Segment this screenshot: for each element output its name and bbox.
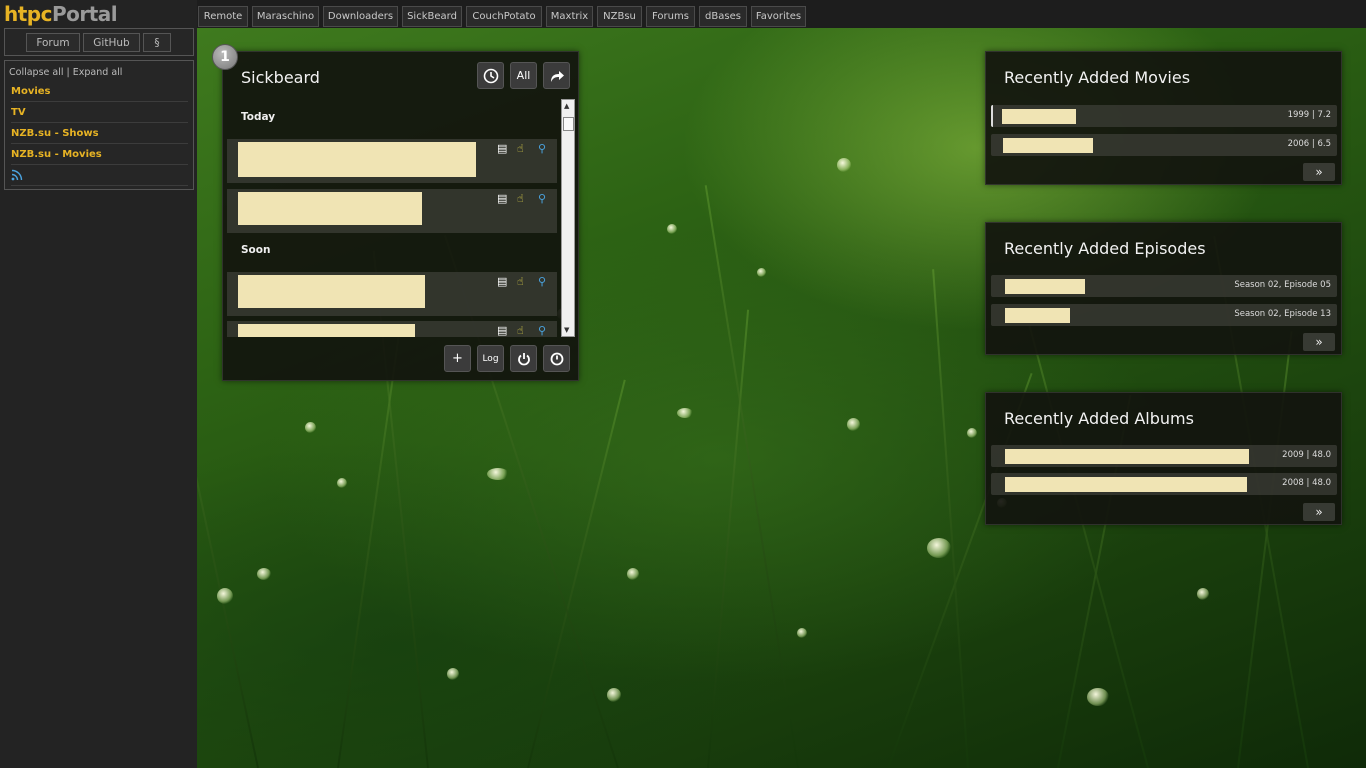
recent-movies-panel: Recently Added Movies 1999 | 7.2 2006 | …: [985, 51, 1342, 185]
movie-title-placeholder: [1002, 109, 1076, 124]
nav-dbases[interactable]: dBases: [699, 6, 747, 27]
episode-title-placeholder: [1005, 279, 1085, 294]
all-button[interactable]: All: [510, 62, 537, 89]
add-show-button[interactable]: +: [444, 345, 471, 372]
sidebar: htpcPortal Forum GitHub § Collapse all |…: [0, 0, 197, 768]
episode-row[interactable]: ▤ ☝ ⚲: [227, 139, 557, 183]
github-link-button[interactable]: GitHub: [83, 33, 140, 52]
movie-meta: 2006 | 6.5: [1287, 139, 1331, 149]
app-logo[interactable]: htpcPortal: [4, 2, 118, 26]
restart-button[interactable]: [510, 345, 537, 372]
sidebar-item-movies[interactable]: Movies: [11, 81, 188, 102]
album-row[interactable]: 2008 | 48.0: [991, 473, 1337, 495]
nav-nzbsu[interactable]: NZBsu: [597, 6, 642, 27]
sidebar-link-box: Forum GitHub §: [4, 28, 194, 56]
album-title-placeholder: [1005, 449, 1249, 464]
power-icon: [517, 352, 530, 365]
episode-row[interactable]: ▤ ☝ ⚲: [227, 189, 557, 233]
scroll-up-icon[interactable]: ▲: [564, 102, 569, 110]
forum-link-button[interactable]: Forum: [26, 33, 80, 52]
recent-albums-title: Recently Added Albums: [1004, 409, 1194, 428]
episode-meta: Season 02, Episode 05: [1234, 280, 1331, 290]
episode-title-placeholder: [238, 192, 422, 225]
thumbs-up-icon[interactable]: ☝: [517, 192, 524, 205]
episode-title-placeholder: [238, 275, 425, 308]
sickbeard-title: Sickbeard: [241, 68, 320, 87]
movie-title-placeholder: [1003, 138, 1093, 153]
movies-more-button[interactable]: »: [1303, 163, 1335, 181]
episodes-scroll-area[interactable]: Today ▤ ☝ ⚲ ▤ ☝ ⚲ Soon ▤ ☝ ⚲ ▤ ☝ ⚲ ▲ ▼: [227, 99, 575, 337]
sidebar-item-nzbsu-shows[interactable]: NZB.su - Shows: [11, 123, 188, 144]
episode-title-placeholder: [238, 324, 415, 337]
nav-sickbeard[interactable]: SickBeard: [402, 6, 462, 27]
clock-icon: [483, 68, 498, 83]
movie-meta: 1999 | 7.2: [1287, 110, 1331, 120]
scroll-down-icon[interactable]: ▼: [564, 326, 569, 334]
sidebar-item-tv[interactable]: TV: [11, 102, 188, 123]
album-title-placeholder: [1005, 477, 1247, 492]
expand-all-link[interactable]: Expand all: [73, 67, 123, 78]
albums-more-button[interactable]: »: [1303, 503, 1335, 521]
episode-row[interactable]: ▤ ☝ ⚲: [227, 321, 557, 337]
sickbeard-panel: Sickbeard All Today ▤ ☝ ⚲ ▤ ☝ ⚲ Soon ▤ ☝…: [222, 51, 579, 381]
info-icon[interactable]: ▤: [497, 142, 507, 155]
search-icon[interactable]: ⚲: [538, 142, 546, 155]
logo-htpc: htpc: [4, 2, 52, 26]
widget-number-badge: 1: [212, 44, 238, 70]
episode-title-placeholder: [238, 142, 476, 177]
thumbs-up-icon[interactable]: ☝: [517, 275, 524, 288]
nav-maraschino[interactable]: Maraschino: [252, 6, 319, 27]
sidebar-menu: Collapse all | Expand all Movies TV NZB.…: [4, 60, 194, 190]
movie-row[interactable]: 1999 | 7.2: [991, 105, 1337, 127]
search-icon[interactable]: ⚲: [538, 324, 546, 337]
album-meta: 2009 | 48.0: [1282, 450, 1331, 460]
nav-remote[interactable]: Remote: [198, 6, 248, 27]
episode-title-placeholder: [1005, 308, 1070, 323]
collapse-separator: |: [66, 67, 70, 78]
sidebar-item-nzbsu-movies[interactable]: NZB.su - Movies: [11, 144, 188, 165]
section-soon: Soon: [241, 244, 271, 256]
collapse-all-link[interactable]: Collapse all: [9, 67, 64, 78]
movie-row[interactable]: 2006 | 6.5: [991, 134, 1337, 156]
shutdown-button[interactable]: [543, 345, 570, 372]
episode-row[interactable]: Season 02, Episode 05: [991, 275, 1337, 297]
top-navigation: Remote Maraschino Downloaders SickBeard …: [197, 0, 1366, 28]
section-link-button[interactable]: §: [143, 33, 171, 52]
episode-row[interactable]: Season 02, Episode 13: [991, 304, 1337, 326]
info-icon[interactable]: ▤: [497, 324, 507, 337]
rss-icon: [11, 169, 23, 181]
thumbs-up-icon[interactable]: ☝: [517, 142, 524, 155]
share-arrow-icon: [550, 70, 564, 82]
info-icon[interactable]: ▤: [497, 192, 507, 205]
nav-couchpotato[interactable]: CouchPotato: [466, 6, 542, 27]
episodes-more-button[interactable]: »: [1303, 333, 1335, 351]
sidebar-item-rss[interactable]: [11, 165, 188, 186]
nav-downloaders[interactable]: Downloaders: [323, 6, 398, 27]
recent-movies-title: Recently Added Movies: [1004, 68, 1191, 87]
search-icon[interactable]: ⚲: [538, 192, 546, 205]
vertical-scrollbar[interactable]: ▲ ▼: [561, 99, 575, 337]
scroll-thumb[interactable]: [563, 117, 574, 131]
nav-forums[interactable]: Forums: [646, 6, 695, 27]
recent-episodes-panel: Recently Added Episodes Season 02, Episo…: [985, 222, 1342, 355]
episode-row[interactable]: ▤ ☝ ⚲: [227, 272, 557, 316]
open-sickbeard-button[interactable]: [543, 62, 570, 89]
logo-portal: Portal: [51, 2, 118, 26]
nav-favorites[interactable]: Favorites: [751, 6, 806, 27]
nav-maxtrix[interactable]: Maxtrix: [546, 6, 593, 27]
stop-circle-icon: [550, 352, 563, 365]
collapse-expand-row: Collapse all | Expand all: [9, 67, 122, 78]
search-icon[interactable]: ⚲: [538, 275, 546, 288]
recent-albums-panel: Recently Added Albums 2009 | 48.0 2008 |…: [985, 392, 1342, 525]
info-icon[interactable]: ▤: [497, 275, 507, 288]
thumbs-up-icon[interactable]: ☝: [517, 324, 524, 337]
section-today: Today: [241, 111, 276, 123]
album-meta: 2008 | 48.0: [1282, 478, 1331, 488]
album-row[interactable]: 2009 | 48.0: [991, 445, 1337, 467]
log-button[interactable]: Log: [477, 345, 504, 372]
episode-meta: Season 02, Episode 13: [1234, 309, 1331, 319]
recent-episodes-title: Recently Added Episodes: [1004, 239, 1206, 258]
history-button[interactable]: [477, 62, 504, 89]
